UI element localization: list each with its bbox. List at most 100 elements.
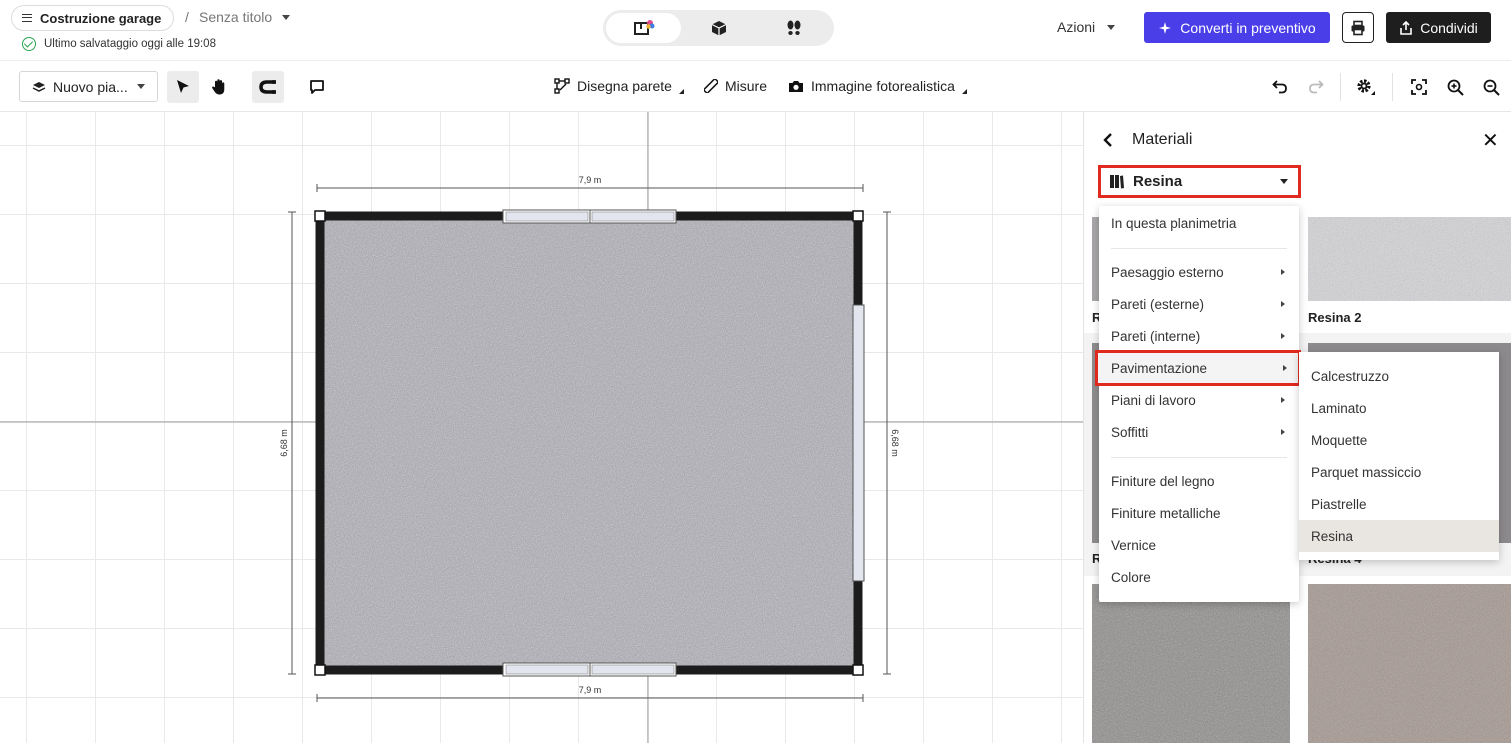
material-tile[interactable]: [1092, 584, 1290, 743]
breadcrumb-separator: /: [185, 9, 189, 25]
material-category-select[interactable]: Resina: [1098, 165, 1301, 198]
menu-item-ceilings[interactable]: Soffitti: [1099, 416, 1299, 448]
undo-button[interactable]: [1264, 71, 1296, 103]
floor-selector[interactable]: Nuovo pia...: [19, 71, 158, 102]
chevron-right-icon: [1283, 365, 1287, 371]
render-label: Immagine fotorealistica: [811, 78, 955, 94]
zoom-out-icon: [1483, 79, 1500, 96]
submenu-item-label: Laminato: [1311, 400, 1367, 416]
fit-view-button[interactable]: [1403, 71, 1435, 103]
terrazzo-swatch: [1308, 584, 1511, 743]
view-3d-button[interactable]: [681, 13, 756, 43]
chevron-right-icon: [1281, 269, 1285, 275]
convert-to-quote-button[interactable]: Converti in preventivo: [1144, 12, 1330, 43]
draw-wall-label: Disegna parete: [577, 78, 672, 94]
menu-item-wood-finishes[interactable]: Finiture del legno: [1099, 465, 1299, 497]
submenu-item-laminate[interactable]: Laminato: [1299, 392, 1499, 424]
material-tile[interactable]: [1308, 584, 1511, 743]
chevron-right-icon: [1281, 333, 1285, 339]
menu-item-label: Piani di lavoro: [1111, 392, 1196, 408]
material-tile[interactable]: [1308, 217, 1511, 301]
cursor-arrow-icon: [177, 80, 189, 93]
height-dimension-right: 6,68 m: [890, 429, 900, 457]
menu-item-walls-internal[interactable]: Pareti (interne): [1099, 320, 1299, 352]
zoom-out-button[interactable]: [1475, 71, 1507, 103]
menu-item-flooring[interactable]: Pavimentazione: [1095, 350, 1301, 386]
material-category-menu: In questa planimetria Paesaggio esterno …: [1095, 206, 1301, 602]
document-title-dropdown[interactable]: Senza titolo: [199, 9, 291, 25]
terrazzo-swatch: [1308, 217, 1511, 301]
flooring-submenu: Calcestruzzo Laminato Moquette Parquet m…: [1299, 352, 1499, 560]
magnet-icon: [259, 80, 276, 94]
submenu-item-solid-parquet[interactable]: Parquet massiccio: [1299, 456, 1499, 488]
submenu-corner-icon: [678, 88, 684, 94]
zoom-in-button[interactable]: [1439, 71, 1471, 103]
printer-icon: [1351, 20, 1365, 35]
toolbar: Nuovo pia... Disegna parete Misure Immag…: [0, 60, 1511, 112]
floorplan-drawing: 7,9 m 7,9 m 6,68 m 6,68 m: [0, 112, 1083, 743]
material-library-icon: [1110, 175, 1124, 189]
menu-item-in-this-plan[interactable]: In questa planimetria: [1099, 207, 1299, 239]
floorplan-canvas[interactable]: 7,9 m 7,9 m 6,68 m 6,68 m: [0, 112, 1083, 743]
width-dimension-bottom: 7,9 m: [579, 685, 602, 695]
layers-icon: [32, 81, 46, 92]
snap-toggle-button[interactable]: [252, 71, 284, 103]
material-tile-label: Resina 2: [1308, 310, 1362, 325]
save-status: Ultimo salvataggio oggi alle 19:08: [22, 37, 216, 51]
settings-button[interactable]: [1350, 71, 1382, 103]
chevron-left-icon[interactable]: [1102, 132, 1114, 148]
view-2d-button[interactable]: [606, 13, 681, 43]
menu-item-walls-external[interactable]: Pareti (esterne): [1099, 288, 1299, 320]
room-floor[interactable]: [320, 216, 858, 670]
floorplan-2d-icon: [633, 20, 654, 35]
close-icon[interactable]: ✕: [1482, 128, 1499, 153]
submenu-item-label: Calcestruzzo: [1311, 368, 1390, 384]
photorealistic-image-button[interactable]: Immagine fotorealistica: [788, 78, 967, 94]
sparkle-icon: [1159, 21, 1172, 34]
select-tool-button[interactable]: [167, 71, 199, 103]
print-button[interactable]: [1342, 12, 1374, 43]
submenu-item-label: Piastrelle: [1311, 496, 1367, 512]
submenu-item-resin[interactable]: Resina: [1299, 520, 1499, 552]
submenu-corner-icon: [961, 88, 967, 94]
menu-item-color[interactable]: Colore: [1099, 561, 1299, 593]
project-name: Costruzione garage: [40, 10, 162, 26]
menu-item-paint[interactable]: Vernice: [1099, 529, 1299, 561]
garage-door-right[interactable]: [852, 304, 865, 582]
chevron-right-icon: [1281, 397, 1285, 403]
menu-item-worktops[interactable]: Piani di lavoro: [1099, 384, 1299, 416]
draw-wall-button[interactable]: Disegna parete: [554, 78, 684, 94]
chevron-down-icon: [1280, 179, 1288, 184]
redo-button[interactable]: [1300, 71, 1332, 103]
project-menu-button[interactable]: Costruzione garage: [11, 5, 175, 31]
actions-dropdown[interactable]: Azioni: [1057, 19, 1116, 35]
menu-item-metal-finishes[interactable]: Finiture metalliche: [1099, 497, 1299, 529]
submenu-item-label: Parquet massiccio: [1311, 464, 1422, 480]
camera-icon: [789, 81, 803, 92]
submenu-item-concrete[interactable]: Calcestruzzo: [1299, 360, 1499, 392]
window-bottom[interactable]: [502, 662, 677, 677]
measures-label: Misure: [725, 78, 768, 94]
menu-item-outdoor-landscape[interactable]: Paesaggio esterno: [1099, 256, 1299, 288]
submenu-item-tiles[interactable]: Piastrelle: [1299, 488, 1499, 520]
focus-frame-icon: [1411, 79, 1427, 95]
menu-item-label: Finiture del legno: [1111, 473, 1215, 489]
floor-label: Nuovo pia...: [53, 78, 128, 95]
app-header: Costruzione garage / Senza titolo Ultimo…: [0, 0, 1511, 60]
pan-tool-button[interactable]: [203, 71, 235, 103]
measures-button[interactable]: Misure: [704, 78, 767, 94]
gear-icon: [1357, 79, 1375, 95]
window-top[interactable]: [502, 209, 677, 224]
menu-item-label: Finiture metalliche: [1111, 505, 1221, 521]
ruler-icon: [704, 79, 718, 93]
menu-item-label: Pareti (interne): [1111, 328, 1201, 344]
selected-category: Resina: [1133, 173, 1183, 190]
share-button[interactable]: Condividi: [1386, 12, 1491, 43]
comment-tool-button[interactable]: [301, 71, 333, 103]
undo-icon: [1272, 80, 1287, 94]
menu-item-label: Soffitti: [1111, 424, 1149, 440]
view-walkthrough-button[interactable]: [756, 13, 831, 43]
actions-label: Azioni: [1057, 19, 1096, 35]
panel-title: Materiali: [1132, 131, 1193, 148]
submenu-item-carpet[interactable]: Moquette: [1299, 424, 1499, 456]
